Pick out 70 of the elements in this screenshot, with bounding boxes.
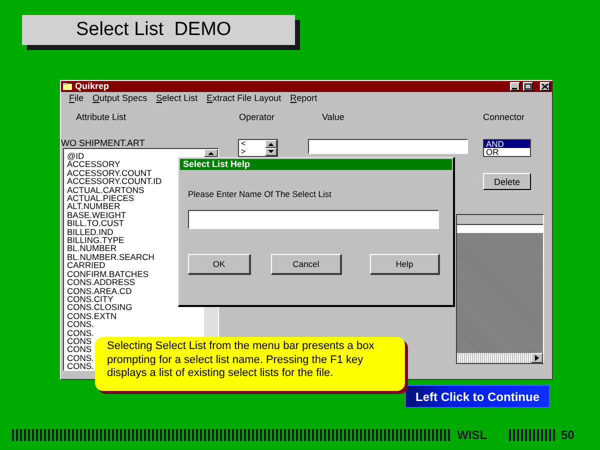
list-item[interactable]: ACCESSORY bbox=[67, 160, 120, 169]
close-button[interactable] bbox=[540, 82, 550, 91]
list-item[interactable]: CONS. bbox=[67, 328, 94, 337]
list-item[interactable]: CONS.CLOSING bbox=[67, 303, 132, 312]
list-item[interactable]: BL.NUMBER bbox=[67, 244, 117, 253]
column-header: Value bbox=[321, 111, 346, 122]
operator-option[interactable]: < bbox=[241, 140, 265, 148]
menu-item[interactable]: File bbox=[69, 93, 84, 103]
continue-button[interactable]: Left Click to Continue bbox=[405, 385, 550, 408]
list-item[interactable]: ACCESSORY.COUNT bbox=[67, 168, 152, 178]
up-arrow-icon bbox=[268, 142, 274, 146]
list-item[interactable]: BILL.TO.CUST bbox=[67, 219, 124, 228]
file-label: WO SHIPMENT.ART bbox=[61, 138, 146, 148]
maximize-icon bbox=[524, 83, 532, 90]
list-item[interactable]: CONS.ADDRESS bbox=[67, 278, 136, 286]
value-field[interactable] bbox=[308, 139, 468, 154]
connector-option[interactable]: OR bbox=[484, 148, 530, 156]
column-header: Operator bbox=[238, 111, 276, 122]
list-item[interactable]: CARRIED bbox=[67, 261, 106, 270]
down-arrow-icon bbox=[268, 150, 274, 154]
menu-item[interactable]: Select List bbox=[156, 93, 198, 103]
list-item[interactable]: CONS. bbox=[67, 354, 94, 362]
menu-item[interactable]: Report bbox=[290, 93, 318, 103]
right-arrow-icon bbox=[535, 355, 539, 361]
list-item[interactable]: ACCESSORY.COUNT.ID bbox=[67, 177, 162, 186]
stripe-decoration bbox=[509, 429, 556, 441]
list-item[interactable]: CONS. bbox=[67, 320, 94, 329]
scroll-up-button[interactable] bbox=[204, 149, 218, 157]
operator-option[interactable]: > bbox=[241, 148, 265, 156]
list-item[interactable]: BILLING.TYPE bbox=[67, 236, 124, 244]
menu-item[interactable]: Output Specs bbox=[92, 93, 148, 103]
window-title: Quikrep bbox=[75, 81, 110, 92]
list-item[interactable]: CONS.CITY bbox=[67, 294, 114, 304]
dialog-button[interactable]: OK bbox=[188, 254, 251, 275]
slide-title: Select List DEMO bbox=[22, 15, 295, 45]
column-header: Connector bbox=[483, 111, 526, 122]
spin-up-button[interactable] bbox=[265, 140, 277, 148]
delete-button[interactable]: Delete bbox=[483, 173, 531, 190]
list-item[interactable]: CONS bbox=[67, 336, 92, 346]
column-header: Attribute List bbox=[75, 111, 128, 122]
list-item[interactable]: @ID bbox=[67, 152, 84, 160]
list-item[interactable]: BILLED.IND bbox=[67, 228, 114, 236]
list-item[interactable]: CONS.EXTN bbox=[67, 312, 117, 320]
list-item[interactable]: CONS. bbox=[67, 362, 94, 370]
app-icon bbox=[63, 83, 72, 90]
page-number: 50 bbox=[561, 428, 574, 442]
connector-option[interactable]: AND bbox=[484, 140, 530, 148]
list-item[interactable]: CONS bbox=[67, 345, 92, 354]
scrollbar-track[interactable] bbox=[457, 353, 543, 363]
menu-item[interactable]: Extract File Layout bbox=[206, 93, 282, 103]
list-item[interactable]: CONFIRM.BATCHES bbox=[67, 270, 149, 278]
dialog-prompt: Please Enter Name Of The Select List bbox=[188, 189, 332, 199]
dialog-title: Select List Help bbox=[180, 159, 452, 170]
list-item[interactable]: BASE.WEIGHT bbox=[67, 210, 126, 220]
dialog-button[interactable]: Cancel bbox=[271, 254, 342, 275]
close-icon bbox=[541, 83, 549, 90]
scroll-right-button[interactable] bbox=[531, 353, 543, 363]
list-item[interactable]: CONS.AREA.CD bbox=[67, 286, 132, 295]
maximize-button[interactable] bbox=[523, 82, 533, 91]
list-item[interactable]: ACTUAL.PIECES bbox=[67, 194, 134, 202]
dialog-button[interactable]: Help bbox=[370, 254, 440, 275]
minimize-button[interactable] bbox=[510, 82, 520, 91]
spin-down-button[interactable] bbox=[265, 148, 277, 156]
list-item[interactable]: ALT.NUMBER bbox=[67, 202, 120, 211]
list-item[interactable]: ACTUAL.CARTONS bbox=[67, 186, 144, 194]
list-item[interactable]: BL.NUMBER.SEARCH bbox=[67, 252, 154, 262]
up-arrow-icon bbox=[208, 151, 214, 155]
footer-label: WISL bbox=[457, 428, 487, 442]
name-field[interactable] bbox=[188, 210, 439, 229]
callout-note: Selecting Select List from the menu bar presents a box prompting for a select list name. Pressing the F1 key displays a list of existing select lists for the file. bbox=[95, 337, 405, 391]
